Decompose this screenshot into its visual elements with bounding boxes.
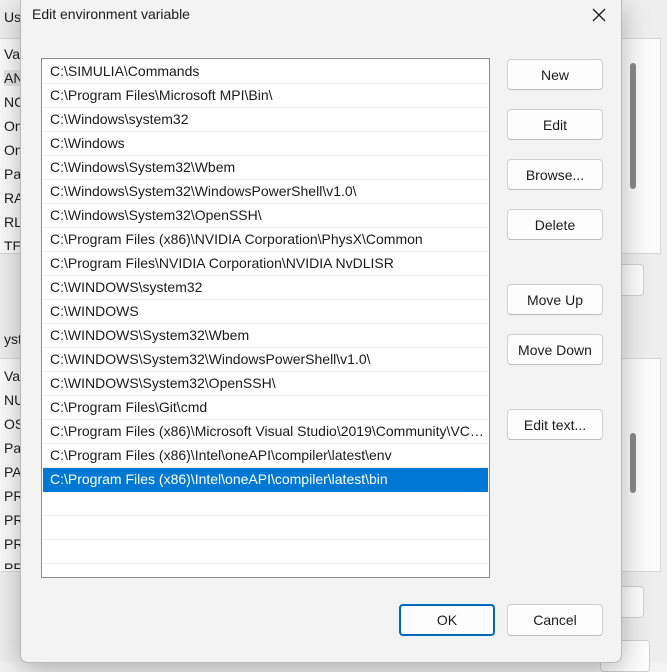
system-vars-header: Va (4, 368, 21, 384)
path-text: C:\Program Files (x86)\Intel\oneAPI\comp… (50, 471, 388, 487)
path-list-item[interactable]: C:\WINDOWS (43, 300, 488, 324)
path-text: C:\Windows\System32\OpenSSH\ (50, 207, 262, 223)
ok-button[interactable]: OK (399, 604, 495, 636)
path-text: C:\WINDOWS (50, 303, 139, 319)
delete-button[interactable]: Delete (507, 209, 603, 240)
path-text: C:\WINDOWS\system32 (50, 279, 203, 295)
path-list-item[interactable]: C:\Windows\system32 (43, 108, 488, 132)
path-list-item[interactable]: C:\WINDOWS\system32 (43, 276, 488, 300)
path-list-item[interactable]: C:\Windows\System32\Wbem (43, 156, 488, 180)
path-text: C:\Windows\System32\WindowsPowerShell\v1… (50, 183, 357, 199)
path-list-item[interactable]: C:\Program Files\NVIDIA Corporation\NVID… (43, 252, 488, 276)
path-text: C:\Program Files (x86)\Intel\oneAPI\comp… (50, 447, 392, 463)
user-var-row[interactable]: Pa (4, 166, 21, 182)
path-list-item[interactable]: C:\Program Files (x86)\Microsoft Visual … (43, 420, 488, 444)
system-var-row[interactable]: Pa (4, 440, 21, 456)
dialog-title: Edit environment variable (32, 6, 190, 22)
path-text: C:\Program Files\NVIDIA Corporation\NVID… (50, 255, 394, 271)
move-down-button[interactable]: Move Down (507, 334, 603, 365)
edit-text-button[interactable]: Edit text... (507, 409, 603, 440)
path-text: C:\Windows\system32 (50, 111, 189, 127)
path-list-item[interactable]: C:\SIMULIA\Commands (43, 60, 488, 84)
title-bar[interactable]: Edit environment variable (21, 0, 621, 32)
user-vars-header: Va (4, 46, 21, 62)
empty-list-row[interactable] (43, 492, 488, 516)
path-list-item[interactable]: C:\Program Files\Git\cmd (43, 396, 488, 420)
path-list-item[interactable]: C:\Program Files\Microsoft MPI\Bin\ (43, 84, 488, 108)
path-list-item[interactable]: C:\Program Files (x86)\NVIDIA Corporatio… (43, 228, 488, 252)
new-button[interactable]: New (507, 59, 603, 90)
path-text: C:\WINDOWS\System32\WindowsPowerShell\v1… (50, 351, 371, 367)
path-text: C:\WINDOWS\System32\Wbem (50, 327, 250, 343)
path-text: C:\Windows\System32\Wbem (50, 159, 236, 175)
path-list-item[interactable]: C:\WINDOWS\System32\Wbem (43, 324, 488, 348)
close-button[interactable] (577, 0, 621, 30)
edit-environment-variable-dialog: Edit environment variable C:\SIMULIA\Com… (20, 0, 622, 663)
path-list-item[interactable]: C:\Windows (43, 132, 488, 156)
system-vars-scrollbar[interactable] (630, 433, 636, 493)
path-text: C:\Windows (50, 135, 125, 151)
cancel-button[interactable]: Cancel (507, 604, 603, 636)
path-list-item[interactable]: C:\Program Files (x86)\Intel\oneAPI\comp… (43, 468, 488, 492)
path-text: C:\Program Files (x86)\Microsoft Visual … (50, 423, 484, 439)
path-list-item[interactable]: C:\Windows\System32\WindowsPowerShell\v1… (43, 180, 488, 204)
browse-button[interactable]: Browse... (507, 159, 603, 190)
empty-list-row[interactable] (43, 540, 488, 564)
user-vars-scrollbar[interactable] (630, 63, 636, 189)
edit-button[interactable]: Edit (507, 109, 603, 140)
path-list-item[interactable]: C:\Program Files (x86)\Intel\oneAPI\comp… (43, 444, 488, 468)
empty-list-row[interactable] (43, 516, 488, 540)
path-text: C:\Program Files (x86)\NVIDIA Corporatio… (50, 231, 423, 247)
path-text: C:\WINDOWS\System32\OpenSSH\ (50, 375, 276, 391)
path-list-item[interactable]: C:\WINDOWS\System32\OpenSSH\ (43, 372, 488, 396)
path-list-item[interactable]: C:\WINDOWS\System32\WindowsPowerShell\v1… (43, 348, 488, 372)
path-list-item[interactable]: C:\Windows\System32\OpenSSH\ (43, 204, 488, 228)
close-icon (592, 8, 606, 22)
move-up-button[interactable]: Move Up (507, 284, 603, 315)
path-text: C:\Program Files\Git\cmd (50, 399, 208, 415)
path-list[interactable]: C:\SIMULIA\Commands C:\Program Files\Micr… (41, 58, 490, 578)
path-text: C:\SIMULIA\Commands (50, 63, 200, 79)
system-var-row[interactable]: PA (4, 464, 22, 480)
path-text: C:\Program Files\Microsoft MPI\Bin\ (50, 87, 273, 103)
